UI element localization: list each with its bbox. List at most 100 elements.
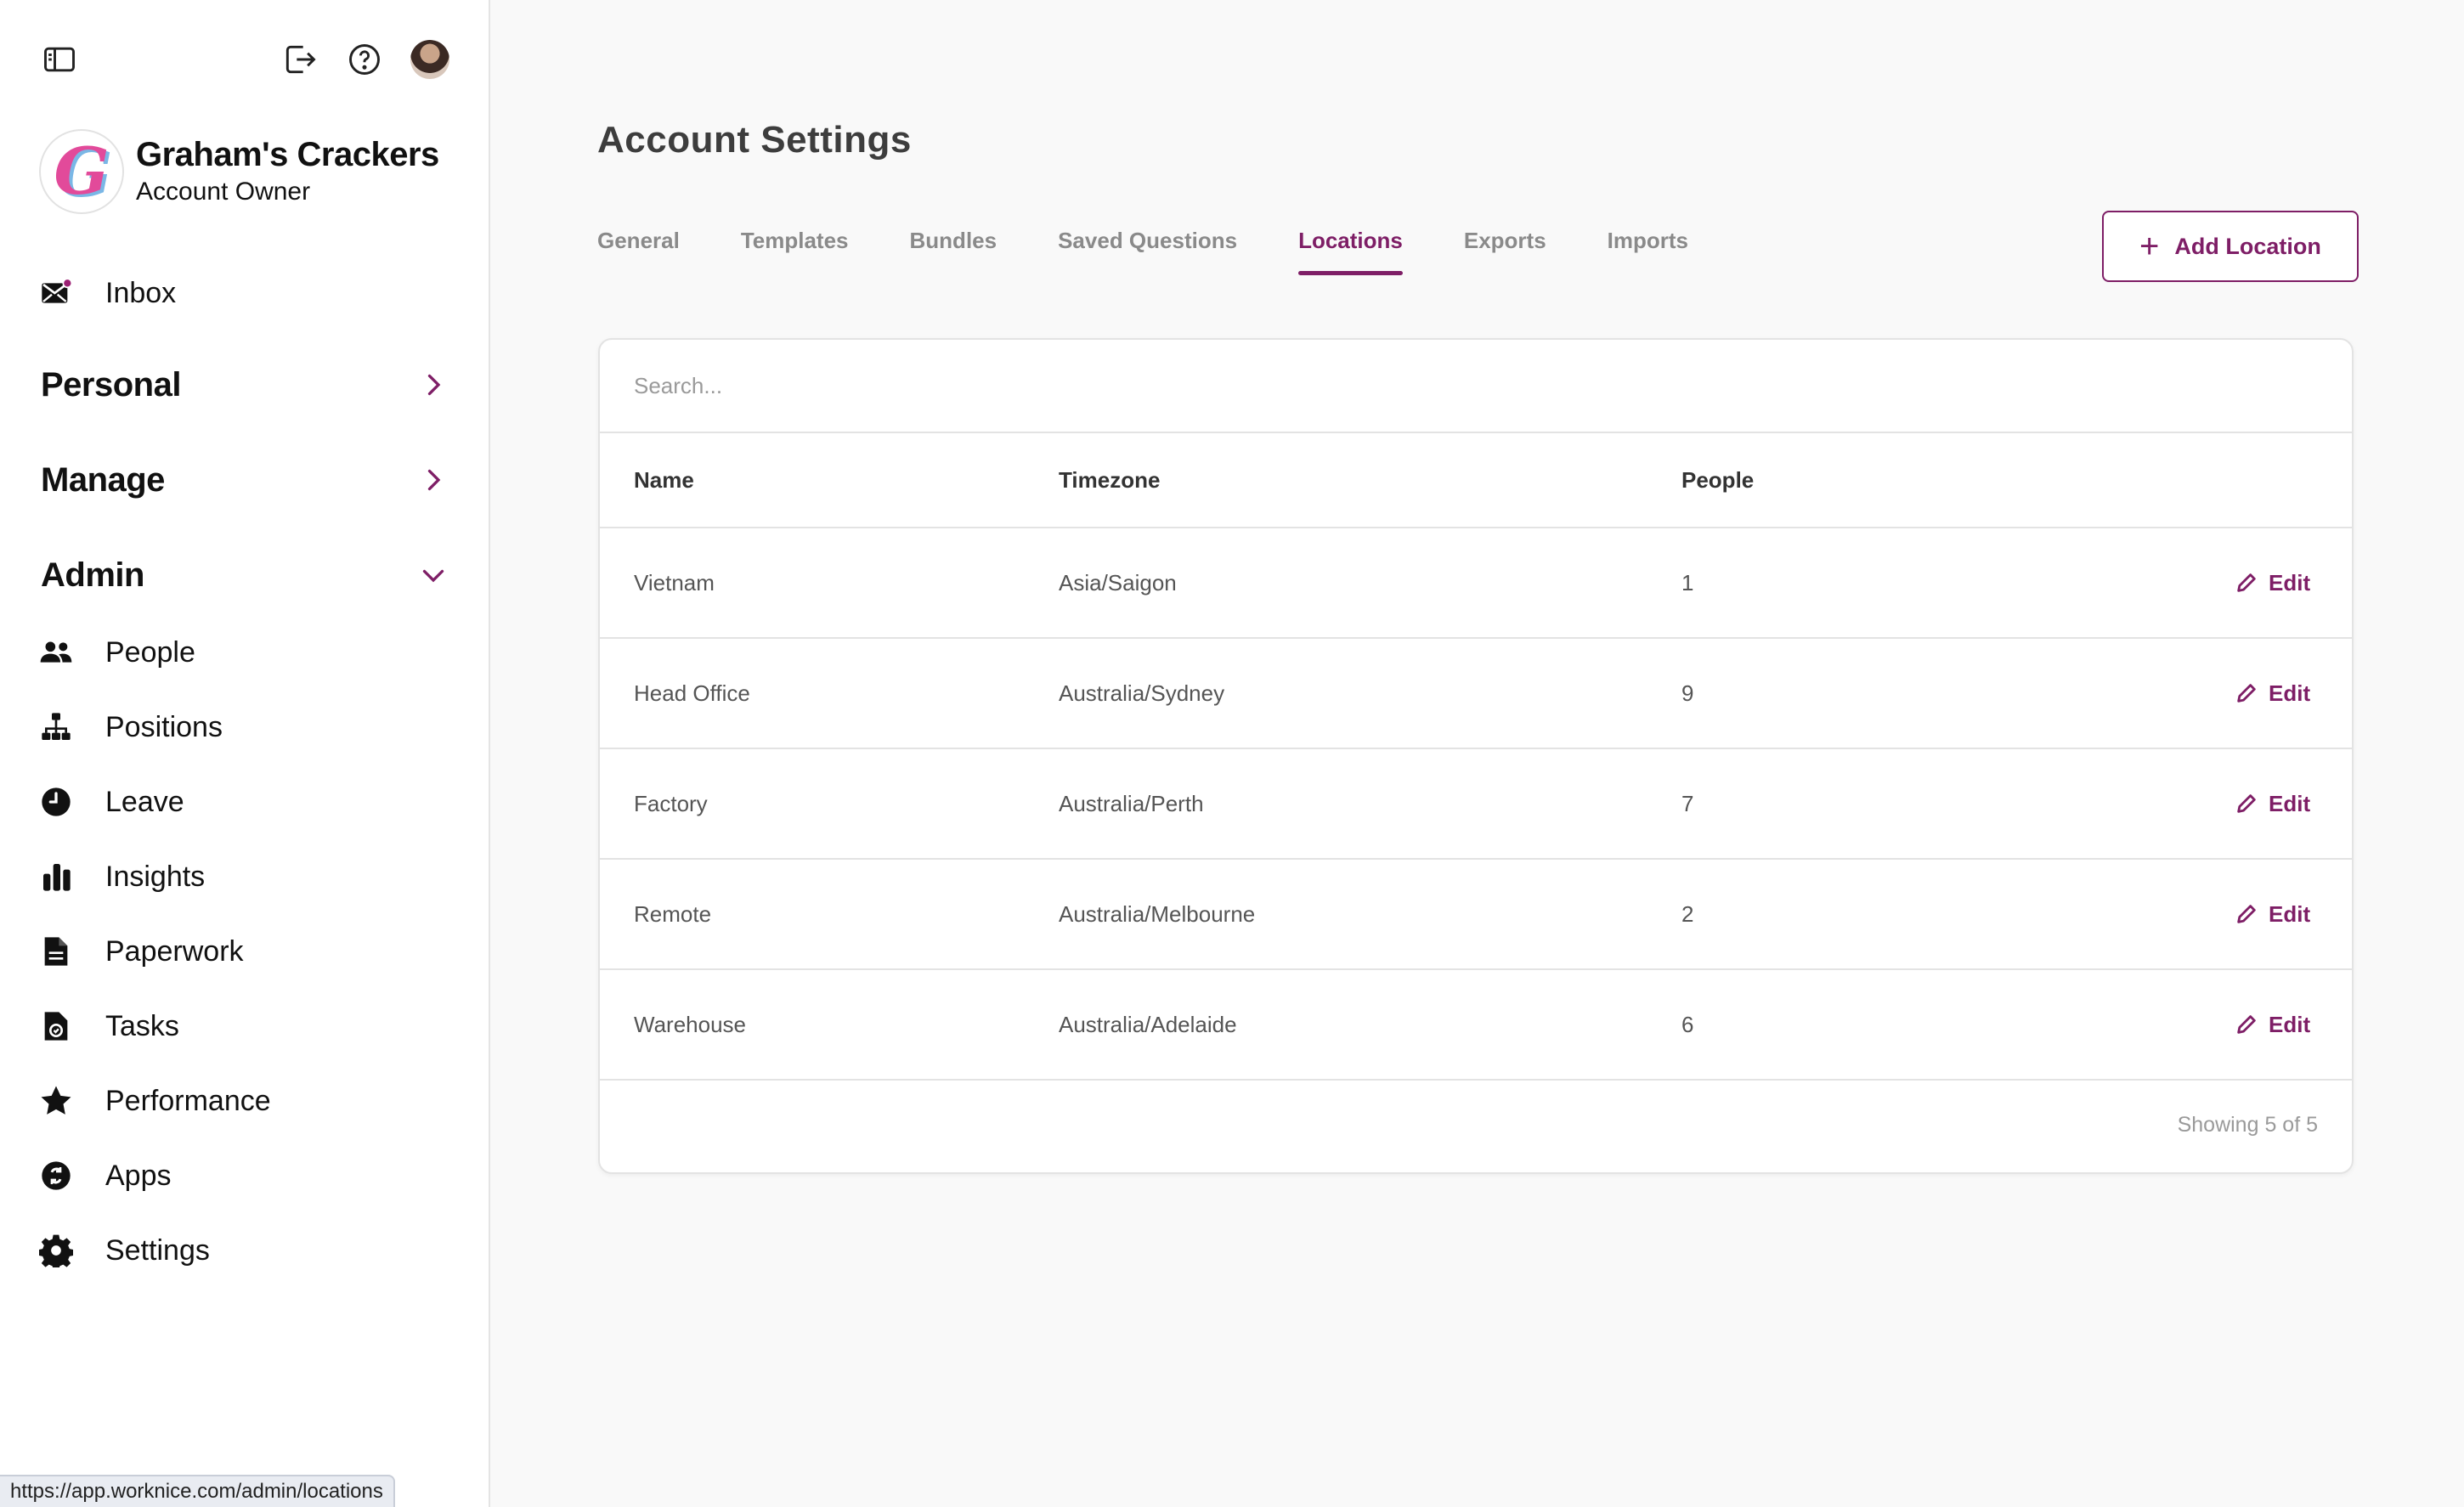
location-people-count: 2 bbox=[1681, 900, 1694, 927]
user-avatar[interactable] bbox=[410, 40, 449, 79]
sidebar-section-personal[interactable]: Personal bbox=[41, 358, 449, 412]
location-timezone: Asia/Saigon bbox=[1059, 569, 1177, 595]
pencil-icon bbox=[2237, 573, 2256, 592]
add-location-button[interactable]: + Add Location bbox=[2102, 211, 2359, 282]
column-header-people[interactable]: People bbox=[1681, 467, 1754, 494]
sidebar: G Graham's Crackers Account Owner Inbox … bbox=[0, 0, 490, 1507]
section-label: Manage bbox=[41, 460, 165, 499]
sidebar-item-leave[interactable]: Leave bbox=[39, 776, 455, 827]
main-content: Account Settings General Templates Bundl… bbox=[491, 0, 2464, 1507]
logout-icon[interactable] bbox=[280, 39, 320, 80]
inbox-icon bbox=[39, 276, 88, 310]
sidebar-item-label: Performance bbox=[105, 1084, 271, 1117]
column-header-name[interactable]: Name bbox=[634, 467, 694, 494]
apps-icon bbox=[39, 1159, 88, 1193]
pagination-summary: Showing 5 of 5 bbox=[2177, 1113, 2318, 1137]
sidebar-item-insights[interactable]: Insights bbox=[39, 851, 455, 902]
document-icon bbox=[39, 934, 88, 968]
sidebar-item-label: Settings bbox=[105, 1233, 210, 1267]
section-label: Personal bbox=[41, 365, 181, 404]
tab-imports[interactable]: Imports bbox=[1608, 228, 1688, 275]
pencil-icon bbox=[2237, 1015, 2256, 1034]
edit-button[interactable]: Edit bbox=[2235, 570, 2310, 596]
search-bar bbox=[600, 340, 2352, 433]
sidebar-item-settings[interactable]: Settings bbox=[39, 1225, 455, 1276]
location-people-count: 7 bbox=[1681, 790, 1694, 816]
edit-label: Edit bbox=[2269, 680, 2311, 706]
edit-button[interactable]: Edit bbox=[2235, 901, 2310, 928]
sidebar-item-label: Leave bbox=[105, 785, 184, 818]
location-timezone: Australia/Sydney bbox=[1059, 680, 1225, 706]
account-switcher[interactable]: G Graham's Crackers Account Owner bbox=[39, 129, 439, 214]
sidebar-item-label: Positions bbox=[105, 710, 223, 743]
pencil-icon bbox=[2237, 905, 2256, 923]
table-row: Remote Australia/Melbourne 2 Edit bbox=[600, 860, 2352, 970]
account-name: Graham's Crackers bbox=[136, 136, 439, 173]
sidebar-item-apps[interactable]: Apps bbox=[39, 1150, 455, 1201]
sidebar-item-paperwork[interactable]: Paperwork bbox=[39, 926, 455, 977]
edit-label: Edit bbox=[2269, 569, 2311, 595]
location-timezone: Australia/Melbourne bbox=[1059, 900, 1256, 927]
table-row: Head Office Australia/Sydney 9 Edit bbox=[600, 639, 2352, 749]
sidebar-item-label: Tasks bbox=[105, 1009, 179, 1042]
section-label: Admin bbox=[41, 556, 144, 594]
table-row: Warehouse Australia/Adelaide 6 Edit bbox=[600, 970, 2352, 1081]
edit-button[interactable]: Edit bbox=[2235, 680, 2310, 707]
table-header: Name Timezone People bbox=[600, 433, 2352, 528]
sidebar-toggle-icon[interactable] bbox=[39, 39, 80, 80]
status-bar-url: https://app.worknice.com/admin/locations bbox=[0, 1475, 395, 1507]
tab-saved-questions[interactable]: Saved Questions bbox=[1058, 228, 1237, 275]
page-title: Account Settings bbox=[597, 119, 912, 161]
chevron-down-icon bbox=[422, 569, 444, 583]
tab-templates[interactable]: Templates bbox=[741, 228, 849, 275]
sidebar-section-admin[interactable]: Admin bbox=[41, 548, 449, 602]
edit-label: Edit bbox=[2269, 900, 2311, 927]
edit-label: Edit bbox=[2269, 790, 2311, 816]
help-icon[interactable] bbox=[344, 39, 385, 80]
gear-icon bbox=[39, 1233, 88, 1267]
people-icon bbox=[39, 635, 88, 669]
location-name: Remote bbox=[634, 900, 712, 927]
settings-tabs: General Templates Bundles Saved Question… bbox=[597, 228, 1749, 275]
task-file-icon bbox=[39, 1009, 88, 1043]
clock-icon bbox=[39, 785, 88, 819]
account-logo: G bbox=[39, 129, 124, 214]
tab-exports[interactable]: Exports bbox=[1464, 228, 1546, 275]
table-row: Factory Australia/Perth 7 Edit bbox=[600, 749, 2352, 860]
chevron-right-icon bbox=[427, 469, 441, 491]
location-timezone: Australia/Adelaide bbox=[1059, 1011, 1237, 1037]
sidebar-item-tasks[interactable]: Tasks bbox=[39, 1001, 455, 1052]
table-row: Vietnam Asia/Saigon 1 Edit bbox=[600, 528, 2352, 639]
sidebar-item-people[interactable]: People bbox=[39, 627, 455, 678]
add-location-label: Add Location bbox=[2174, 233, 2321, 259]
account-role: Account Owner bbox=[136, 178, 311, 206]
sidebar-item-label: Paperwork bbox=[105, 934, 244, 968]
edit-button[interactable]: Edit bbox=[2235, 791, 2310, 817]
tab-bundles[interactable]: Bundles bbox=[910, 228, 997, 275]
location-people-count: 9 bbox=[1681, 680, 1694, 706]
plus-icon: + bbox=[2139, 228, 2160, 265]
sidebar-item-label: Insights bbox=[105, 860, 206, 893]
sidebar-item-label: Apps bbox=[105, 1159, 172, 1192]
sidebar-topbar bbox=[0, 0, 490, 119]
edit-button[interactable]: Edit bbox=[2235, 1012, 2310, 1038]
tab-locations[interactable]: Locations bbox=[1298, 228, 1403, 275]
locations-table-card: Name Timezone People Vietnam Asia/Saigon… bbox=[598, 338, 2354, 1174]
location-name: Warehouse bbox=[634, 1011, 746, 1037]
location-name: Head Office bbox=[634, 680, 750, 706]
sidebar-item-positions[interactable]: Positions bbox=[39, 702, 455, 753]
pencil-icon bbox=[2237, 794, 2256, 813]
search-input[interactable] bbox=[634, 372, 2180, 399]
sidebar-item-inbox[interactable]: Inbox bbox=[39, 268, 455, 319]
location-people-count: 1 bbox=[1681, 569, 1694, 595]
sidebar-item-performance[interactable]: Performance bbox=[39, 1075, 455, 1126]
chevron-right-icon bbox=[427, 374, 441, 396]
column-header-timezone[interactable]: Timezone bbox=[1059, 467, 1160, 494]
sidebar-item-label: People bbox=[105, 635, 195, 669]
edit-label: Edit bbox=[2269, 1011, 2311, 1037]
location-timezone: Australia/Perth bbox=[1059, 790, 1204, 816]
sidebar-section-manage[interactable]: Manage bbox=[41, 453, 449, 507]
tab-general[interactable]: General bbox=[597, 228, 680, 275]
bar-chart-icon bbox=[39, 860, 88, 894]
org-chart-icon bbox=[39, 710, 88, 744]
